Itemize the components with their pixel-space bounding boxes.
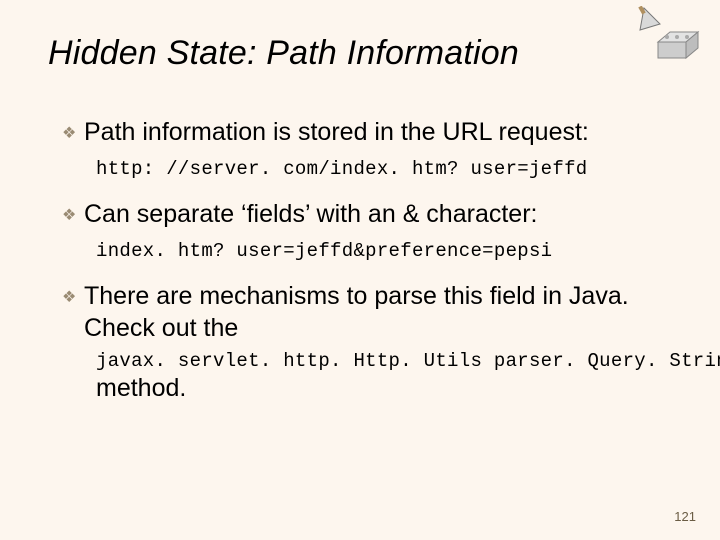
diamond-bullet-icon: ❖ <box>62 116 84 150</box>
code-example: http: //server. com/index. htm? user=jef… <box>96 158 662 180</box>
slide-body: ❖ Path information is stored in the URL … <box>62 116 662 403</box>
trailing-text: method. <box>96 374 662 403</box>
bullet-item: ❖ There are mechanisms to parse this fie… <box>62 280 662 344</box>
bullet-item: ❖ Path information is stored in the URL … <box>62 116 662 150</box>
code-example: javax. servlet. http. Http. Utils parser… <box>96 350 662 372</box>
bullet-text: There are mechanisms to parse this field… <box>84 280 662 344</box>
code-example: index. htm? user=jeffd&preference=pepsi <box>96 240 662 262</box>
bullet-item: ❖ Can separate ‘fields’ with an & charac… <box>62 198 662 232</box>
trowel-brick-icon <box>630 6 710 66</box>
page-number: 121 <box>674 509 696 524</box>
bullet-text: Can separate ‘fields’ with an & characte… <box>84 198 537 230</box>
slide: Hidden State: Path Information ❖ Path in… <box>0 0 720 540</box>
diamond-bullet-icon: ❖ <box>62 280 84 314</box>
bullet-text: Path information is stored in the URL re… <box>84 116 589 148</box>
slide-title: Hidden State: Path Information <box>48 34 519 73</box>
diamond-bullet-icon: ❖ <box>62 198 84 232</box>
